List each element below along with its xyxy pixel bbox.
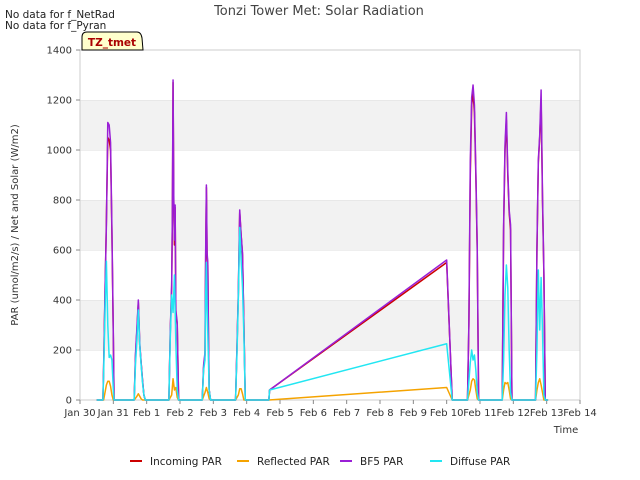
grid-band: [80, 50, 580, 100]
chart-title: Tonzi Tower Met: Solar Radiation: [213, 4, 424, 19]
plot-background: [80, 49, 580, 400]
y-axis-ticks: 0 200 400 600 800 1000 1200 1400: [47, 46, 80, 407]
x-axis-title: Time: [553, 425, 578, 436]
grid-band: [80, 350, 580, 400]
legend-label: Diffuse PAR: [450, 456, 510, 468]
x-tick-label: Feb 3: [200, 408, 227, 419]
x-tick-label: Feb 1: [133, 408, 160, 419]
x-tick-label: Jan 30: [63, 408, 95, 419]
grid-band: [80, 200, 580, 250]
y-tick-label: 200: [53, 346, 72, 357]
x-tick-label: Jan 31: [97, 408, 129, 419]
x-tick-label: Feb 12: [497, 408, 531, 419]
site-tag-label: TZ_tmet: [88, 37, 136, 49]
legend-label: BF5 PAR: [360, 456, 403, 468]
x-tick-label: Feb 7: [333, 408, 360, 419]
x-tick-label: Feb 5: [266, 408, 293, 419]
y-tick-label: 800: [53, 196, 72, 207]
legend-label: Incoming PAR: [150, 456, 222, 468]
y-tick-label: 400: [53, 296, 72, 307]
x-tick-label: Feb 14: [563, 408, 597, 419]
site-tag: TZ_tmet: [81, 31, 144, 51]
x-tick-label: Feb 9: [400, 408, 427, 419]
y-tick-label: 1000: [47, 146, 72, 157]
x-tick-label: Feb 4: [233, 408, 260, 419]
y-tick-label: 1200: [47, 96, 72, 107]
legend-label: Reflected PAR: [257, 456, 330, 468]
x-axis-ticks: Jan 30 Jan 31 Feb 1 Feb 2 Feb 3 Feb 4 Feb 5 Feb…: [63, 400, 597, 419]
x-tick-label: Feb 10: [430, 408, 464, 419]
y-tick-label: 0: [66, 396, 72, 407]
x-tick-label: Feb 6: [300, 408, 327, 419]
y-tick-label: 1400: [47, 46, 72, 57]
y-axis-title: PAR (umol/m2/s) / Net and Solar (W/m2): [10, 124, 21, 326]
x-tick-label: Feb 13: [530, 408, 564, 419]
x-tick-label: Feb 2: [166, 408, 193, 419]
legend: Incoming PAR Reflected PAR BF5 PAR Diffuse …: [130, 456, 510, 468]
y-tick-label: 600: [53, 246, 72, 257]
x-tick-label: Feb 8: [366, 408, 393, 419]
solar-radiation-chart: No data for f_NetRad No data for f_Pyran…: [5, 4, 597, 468]
x-tick-label: Feb 11: [463, 408, 497, 419]
no-data-note-pyran: No data for f_Pyran: [5, 20, 106, 32]
